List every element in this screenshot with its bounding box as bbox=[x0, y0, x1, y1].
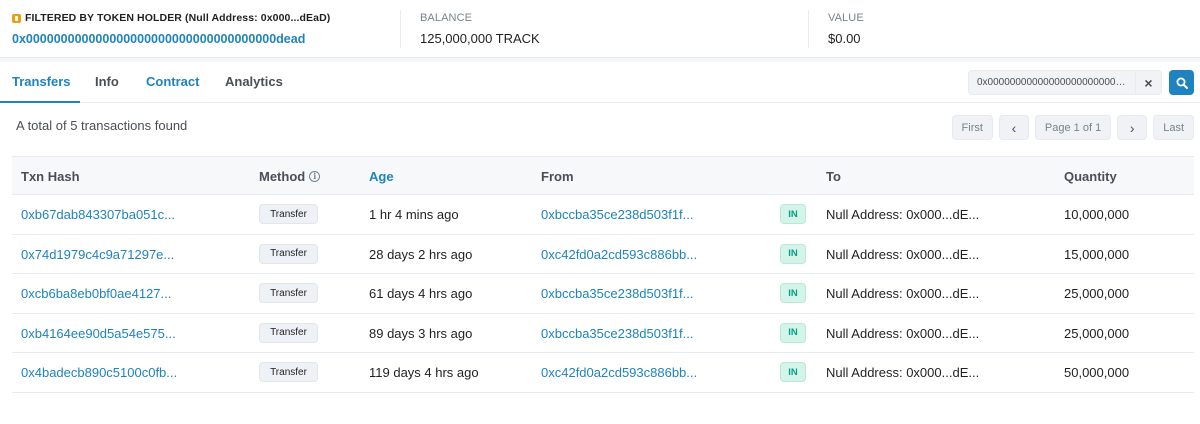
page-indicator: Page 1 of 1 bbox=[1034, 115, 1112, 140]
table-row: 0xcb6ba8eb0bf0ae4127... Transfer 61 days 4… bbox=[12, 274, 1194, 314]
next-page-button[interactable]: › bbox=[1117, 115, 1148, 140]
pagination: First ‹ Page 1 of 1 › Last bbox=[951, 115, 1194, 140]
close-icon: × bbox=[1144, 74, 1153, 91]
transfers-card: Transfers Info Contract Analytics × A to… bbox=[0, 62, 1200, 424]
filter-icon bbox=[12, 13, 21, 23]
to-address: Null Address: 0x000...dE... bbox=[826, 207, 980, 222]
age-text: 61 days 4 hrs ago bbox=[369, 286, 473, 301]
header-to: To bbox=[826, 169, 841, 184]
txn-hash-link[interactable]: 0xcb6ba8eb0bf0ae4127... bbox=[21, 286, 171, 301]
table-row: 0xb67dab843307ba051c... Transfer 1 hr 4 mi… bbox=[12, 195, 1194, 235]
balance-column: BALANCE 125,000,000 TRACK bbox=[420, 11, 540, 47]
from-address-link[interactable]: 0xbccba35ce238d503f1f... bbox=[541, 326, 694, 341]
to-address: Null Address: 0x000...dE... bbox=[826, 365, 980, 380]
tab-contract[interactable]: Contract bbox=[146, 74, 199, 89]
divider bbox=[400, 10, 401, 48]
tab-info[interactable]: Info bbox=[95, 74, 119, 89]
to-address: Null Address: 0x000...dE... bbox=[826, 246, 980, 262]
prev-page-button[interactable]: ‹ bbox=[998, 115, 1029, 140]
quantity-value: 25,000,000 bbox=[1064, 325, 1130, 341]
transaction-count-summary: A total of 5 transactions found bbox=[16, 118, 188, 133]
last-page-button[interactable]: Last bbox=[1153, 115, 1194, 140]
header-age-toggle[interactable]: Age bbox=[369, 169, 394, 184]
quantity-value: 10,000,000 bbox=[1064, 207, 1130, 222]
header-from: From bbox=[541, 169, 574, 184]
tab-analytics[interactable]: Analytics bbox=[225, 74, 283, 89]
divider bbox=[808, 10, 809, 48]
from-address-link[interactable]: 0xbccba35ce238d503f1f... bbox=[541, 207, 694, 222]
table-row: 0x74d1979c4c9a71297e... Transfer 28 days 2… bbox=[12, 235, 1194, 274]
quantity-value: 15,000,000 bbox=[1064, 246, 1130, 262]
transfers-table: Txn Hash Method i Age From To Quantity 0… bbox=[12, 156, 1194, 393]
to-address: Null Address: 0x000...dE... bbox=[826, 325, 980, 341]
search-icon bbox=[1176, 77, 1188, 89]
tab-bar: Transfers Info Contract Analytics × bbox=[0, 62, 1200, 103]
table-row: 0x4badecb890c5100c0fb... Transfer 119 days… bbox=[12, 353, 1194, 393]
quantity-value: 50,000,000 bbox=[1064, 365, 1130, 380]
first-page-button[interactable]: First bbox=[951, 115, 993, 140]
filter-label: FILTERED BY TOKEN HOLDER (Null Address: … bbox=[12, 11, 330, 25]
direction-badge: IN bbox=[780, 362, 806, 382]
age-text: 119 days 4 hrs ago bbox=[369, 365, 479, 380]
header-txn-hash: Txn Hash bbox=[21, 169, 80, 184]
txn-hash-link[interactable]: 0xb67dab843307ba051c... bbox=[21, 207, 175, 222]
holder-address-link[interactable]: 0x000000000000000000000000000000000000de… bbox=[12, 31, 330, 47]
balance-label: BALANCE bbox=[420, 12, 473, 24]
clear-filter-button[interactable]: × bbox=[1135, 71, 1161, 94]
txn-hash-link[interactable]: 0x4badecb890c5100c0fb... bbox=[21, 365, 177, 380]
method-badge: Transfer bbox=[259, 204, 318, 224]
direction-badge: IN bbox=[780, 322, 806, 343]
address-filter-input[interactable] bbox=[969, 77, 1129, 88]
method-badge: Transfer bbox=[259, 322, 318, 343]
filter-label-text: FILTERED BY TOKEN HOLDER (Null Address: … bbox=[25, 12, 331, 24]
header-quantity: Quantity bbox=[1064, 169, 1117, 184]
tab-transfers[interactable]: Transfers bbox=[12, 74, 71, 89]
value-column: VALUE $0.00 bbox=[828, 11, 864, 47]
info-icon[interactable]: i bbox=[309, 171, 321, 182]
header-method: Method i bbox=[259, 169, 321, 184]
age-text: 89 days 3 hrs ago bbox=[369, 325, 473, 341]
table-body: 0xb67dab843307ba051c... Transfer 1 hr 4 mi… bbox=[12, 195, 1194, 393]
active-tab-indicator bbox=[0, 101, 80, 103]
header-method-label: Method bbox=[259, 169, 306, 184]
table-header: Txn Hash Method i Age From To Quantity bbox=[12, 156, 1194, 195]
from-address-link[interactable]: 0xc42fd0a2cd593c886bb... bbox=[541, 365, 697, 380]
age-text: 28 days 2 hrs ago bbox=[369, 246, 473, 262]
method-badge: Transfer bbox=[259, 283, 318, 303]
address-filter-box: × bbox=[968, 70, 1162, 95]
balance-value: 125,000,000 TRACK bbox=[420, 31, 540, 46]
to-address: Null Address: 0x000...dE... bbox=[826, 286, 980, 301]
method-badge: Transfer bbox=[259, 243, 318, 264]
filter-column: FILTERED BY TOKEN HOLDER (Null Address: … bbox=[12, 11, 330, 47]
age-text: 1 hr 4 mins ago bbox=[369, 207, 459, 222]
value-label: VALUE bbox=[828, 12, 864, 24]
table-row: 0xb4164ee90d5a54e575... Transfer 89 days 3… bbox=[12, 314, 1194, 353]
search-button[interactable] bbox=[1169, 70, 1194, 95]
method-badge: Transfer bbox=[259, 362, 318, 382]
direction-badge: IN bbox=[780, 283, 806, 303]
txn-hash-link[interactable]: 0x74d1979c4c9a71297e... bbox=[21, 247, 174, 262]
direction-badge: IN bbox=[780, 204, 806, 224]
quantity-value: 25,000,000 bbox=[1064, 286, 1130, 301]
token-holder-summary: FILTERED BY TOKEN HOLDER (Null Address: … bbox=[0, 0, 1200, 58]
from-address-link[interactable]: 0xc42fd0a2cd593c886bb... bbox=[541, 247, 697, 262]
direction-badge: IN bbox=[780, 243, 806, 264]
value-amount: $0.00 bbox=[828, 31, 861, 46]
txn-hash-link[interactable]: 0xb4164ee90d5a54e575... bbox=[21, 326, 176, 341]
from-address-link[interactable]: 0xbccba35ce238d503f1f... bbox=[541, 286, 694, 301]
